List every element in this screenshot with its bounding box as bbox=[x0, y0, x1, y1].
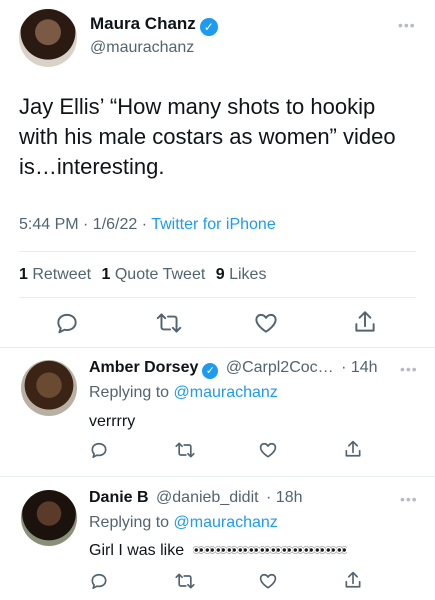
tweet-stats: 1 Retweet 1 Quote Tweet 9 Likes bbox=[19, 266, 266, 284]
eyes-emoji-icon bbox=[225, 546, 237, 554]
reply-icon[interactable] bbox=[54, 310, 80, 336]
reply-author[interactable]: Amber Dorsey ✓ @Carpl2Coc… · 14h bbox=[89, 359, 378, 379]
eyes-emoji-icon bbox=[291, 546, 303, 554]
retweet-icon[interactable] bbox=[155, 310, 183, 336]
like-icon[interactable] bbox=[258, 571, 278, 591]
reply-icon[interactable] bbox=[89, 571, 109, 591]
reply-icon[interactable] bbox=[89, 440, 109, 460]
tweet-text: Jay Ellis’ “How many shots to hookip wit… bbox=[19, 94, 396, 179]
more-horizontal-icon[interactable]: ••• bbox=[400, 361, 418, 377]
divider bbox=[0, 476, 435, 477]
eyes-emoji-icon bbox=[269, 546, 281, 554]
retweet-icon[interactable] bbox=[174, 571, 196, 591]
eyes-emoji-icon bbox=[313, 546, 325, 554]
retweet-icon[interactable] bbox=[174, 440, 196, 460]
verified-badge-icon: ✓ bbox=[199, 18, 218, 36]
like-icon[interactable] bbox=[253, 310, 279, 336]
share-icon[interactable] bbox=[343, 570, 363, 591]
reply-avatar[interactable] bbox=[21, 360, 77, 416]
more-horizontal-icon[interactable]: ••• bbox=[400, 491, 418, 507]
eyes-emoji-icon bbox=[324, 546, 336, 554]
replying-to: Replying to @maurachanz bbox=[89, 384, 278, 401]
reply-text: Girl I was like bbox=[89, 542, 347, 560]
eyes-emoji-icon bbox=[203, 546, 215, 554]
share-icon[interactable] bbox=[352, 309, 378, 336]
eyes-emoji-row bbox=[192, 542, 347, 559]
more-horizontal-icon[interactable]: ••• bbox=[398, 17, 416, 33]
author-name[interactable]: Maura Chanz ✓ bbox=[90, 14, 218, 36]
share-icon[interactable] bbox=[343, 439, 363, 460]
eyes-emoji-icon bbox=[302, 546, 314, 554]
author-avatar[interactable] bbox=[19, 9, 77, 67]
reply-avatar[interactable] bbox=[21, 490, 77, 546]
eyes-emoji-icon bbox=[247, 546, 259, 554]
divider bbox=[19, 297, 416, 298]
eyes-emoji-icon bbox=[214, 546, 226, 554]
tweet-source-link[interactable]: Twitter for iPhone bbox=[151, 216, 276, 233]
eyes-emoji-icon bbox=[280, 546, 292, 554]
author-handle[interactable]: @maurachanz bbox=[90, 39, 194, 57]
divider bbox=[0, 347, 435, 348]
verified-badge-icon: ✓ bbox=[202, 363, 219, 379]
quote-tweets-stat[interactable]: 1 Quote Tweet bbox=[102, 266, 206, 283]
likes-stat[interactable]: 9 Likes bbox=[216, 266, 267, 283]
retweets-stat[interactable]: 1 Retweet bbox=[19, 266, 91, 283]
eyes-emoji-icon bbox=[236, 546, 248, 554]
eyes-emoji-icon bbox=[335, 546, 347, 554]
tweet-timestamp: 5:44 PM · 1/6/22 · Twitter for iPhone bbox=[19, 216, 276, 233]
reply-text: verrrry bbox=[89, 413, 136, 430]
eyes-emoji-icon bbox=[192, 546, 204, 554]
eyes-emoji-icon bbox=[258, 546, 270, 554]
divider bbox=[19, 251, 416, 252]
like-icon[interactable] bbox=[258, 440, 278, 460]
replying-to: Replying to @maurachanz bbox=[89, 514, 278, 531]
reply-author[interactable]: Danie B @danieb_didit · 18h bbox=[89, 489, 303, 507]
